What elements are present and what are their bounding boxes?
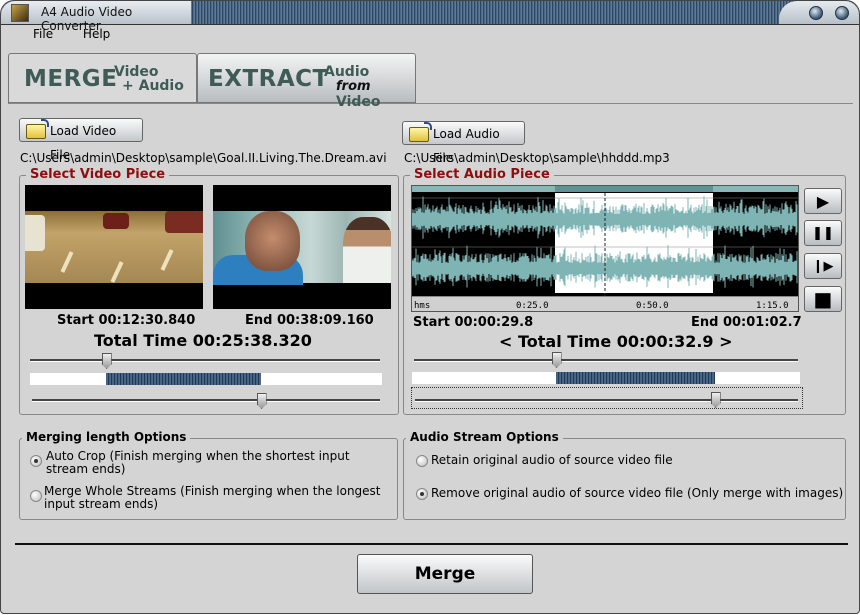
audio-end-slider-focus bbox=[411, 387, 803, 409]
remove-audio-radio[interactable] bbox=[416, 488, 428, 500]
audio-start-thumb[interactable] bbox=[551, 352, 562, 368]
app-window: A4 Audio Video Converter File Help MERGE… bbox=[0, 0, 860, 614]
auto-crop-label[interactable]: Auto Crop (Finish merging when the short… bbox=[46, 450, 386, 476]
audio-start-slider[interactable] bbox=[414, 359, 798, 362]
audio-piece-group: Select Audio Piece hms 0:25.0 0:50.0 1:1… bbox=[403, 167, 846, 415]
mode-tabs: MERGE Video + Audio EXTRACT Audio from V… bbox=[8, 53, 853, 110]
audio-piece-title: Select Audio Piece bbox=[410, 167, 554, 182]
stop-button[interactable]: ■ bbox=[804, 286, 842, 312]
car bbox=[25, 215, 45, 251]
pause-button[interactable]: ❚❚ bbox=[804, 220, 842, 246]
start-frame-image bbox=[25, 211, 203, 283]
title-bar: A4 Audio Video Converter bbox=[1, 1, 859, 33]
close-button[interactable] bbox=[835, 6, 849, 20]
audio-waveform[interactable]: hms 0:25.0 0:50.0 1:15.0 bbox=[411, 185, 799, 312]
video-start-frame bbox=[25, 185, 203, 309]
play-button[interactable]: ▶ bbox=[804, 188, 842, 214]
title-plate: A4 Audio Video Converter bbox=[1, 1, 191, 33]
tab-extract-title: EXTRACT bbox=[208, 66, 329, 92]
video-piece-title: Select Video Piece bbox=[26, 167, 170, 182]
tab-merge[interactable]: MERGE Video + Audio bbox=[8, 53, 197, 103]
separator bbox=[15, 543, 848, 545]
retain-audio-label[interactable]: Retain original audio of source video fi… bbox=[431, 454, 673, 467]
audio-path: C:\Users\admin\Desktop\sample\hhddd.mp3 bbox=[404, 151, 670, 165]
menu-bar: File Help bbox=[7, 27, 116, 47]
play-icon: ▶ bbox=[816, 191, 830, 211]
remove-audio-label[interactable]: Remove original audio of source video fi… bbox=[431, 487, 843, 500]
car bbox=[103, 213, 129, 229]
load-video-button[interactable]: Load Video File bbox=[19, 118, 143, 162]
step-play-button[interactable]: ❙▶ bbox=[804, 253, 842, 279]
video-piece-group: Select Video Piece Start 00:12:30.840 En… bbox=[19, 167, 399, 415]
waveform-channels bbox=[412, 193, 798, 296]
retain-audio-radio[interactable] bbox=[416, 455, 428, 467]
video-end-thumb[interactable] bbox=[256, 393, 267, 409]
tab-merge-line2: + Audio bbox=[122, 78, 184, 94]
person bbox=[343, 217, 391, 283]
video-start-thumb[interactable] bbox=[101, 353, 112, 369]
video-end-frame bbox=[213, 185, 391, 309]
menu-file[interactable]: File bbox=[33, 27, 53, 41]
video-end-time: End 00:38:09.160 bbox=[245, 313, 374, 328]
audio-range-fill bbox=[555, 372, 715, 384]
ruler-tick: 0:50.0 bbox=[636, 301, 669, 311]
app-icon bbox=[11, 4, 29, 22]
audio-stream-options-title: Audio Stream Options bbox=[406, 430, 563, 444]
audio-end-slider[interactable] bbox=[415, 399, 798, 402]
road-marking bbox=[60, 251, 74, 273]
merge-button[interactable]: Merge bbox=[357, 554, 533, 594]
end-frame-image bbox=[213, 211, 391, 285]
audio-end-time: End 00:01:02.7 bbox=[691, 315, 802, 330]
merging-options-title: Merging length Options bbox=[22, 430, 191, 444]
person bbox=[245, 211, 300, 271]
pause-icon: ❚❚ bbox=[812, 225, 834, 241]
ruler-unit: hms bbox=[414, 301, 431, 311]
audio-start-time: Start 00:00:29.8 bbox=[413, 315, 534, 330]
step-play-icon: ❙▶ bbox=[812, 258, 834, 274]
audio-stream-options-group: Audio Stream Options Retain original aud… bbox=[403, 430, 846, 520]
video-start-slider[interactable] bbox=[30, 359, 380, 362]
stop-icon: ■ bbox=[813, 287, 833, 311]
folder-open-icon bbox=[409, 122, 432, 142]
time-ruler: hms 0:25.0 0:50.0 1:15.0 bbox=[412, 296, 798, 311]
video-path: C:\Users\admin\Desktop\sample\Goal.II.Li… bbox=[20, 151, 387, 165]
audio-range-bar bbox=[412, 372, 800, 384]
video-total-time: Total Time 00:25:38.320 bbox=[94, 331, 312, 350]
video-end-slider[interactable] bbox=[32, 399, 380, 402]
tab-extract-from: from bbox=[336, 79, 371, 94]
ruler-tick: 0:25.0 bbox=[516, 301, 549, 311]
merging-options-group: Merging length Options Auto Crop (Finish… bbox=[19, 430, 398, 520]
auto-crop-radio[interactable] bbox=[30, 455, 42, 467]
video-range-bar bbox=[30, 373, 382, 385]
video-start-time: Start 00:12:30.840 bbox=[57, 313, 196, 328]
folder-open-icon bbox=[26, 119, 49, 139]
audio-total-time: < Total Time 00:00:32.9 > bbox=[499, 332, 733, 351]
video-range-fill bbox=[105, 373, 261, 385]
window-controls bbox=[779, 1, 859, 24]
road-marking bbox=[160, 249, 174, 271]
merge-whole-radio[interactable] bbox=[30, 490, 42, 502]
tab-extract-line2: from Video bbox=[336, 78, 415, 110]
tab-extract[interactable]: EXTRACT Audio from Video bbox=[197, 53, 416, 110]
minimize-button[interactable] bbox=[809, 6, 823, 20]
tab-merge-title: MERGE bbox=[24, 66, 118, 92]
merge-whole-label[interactable]: Merge Whole Streams (Finish merging when… bbox=[44, 485, 384, 511]
road-marking bbox=[110, 261, 124, 283]
ruler-tick: 1:15.0 bbox=[756, 301, 789, 311]
menu-help[interactable]: Help bbox=[83, 27, 110, 41]
load-audio-button[interactable]: Load Audio File bbox=[402, 121, 525, 165]
tab-extract-video: Video bbox=[336, 94, 381, 110]
car bbox=[165, 211, 203, 233]
